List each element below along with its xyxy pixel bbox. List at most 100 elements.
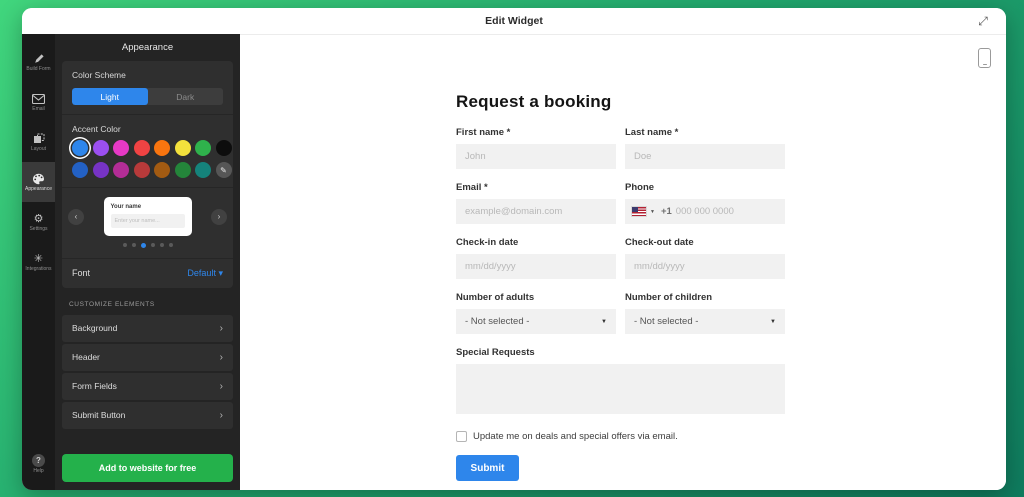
phone-input[interactable]: ▼ +1 000 000 0000 [625, 199, 785, 224]
eyedropper-icon[interactable]: ✎ [215, 162, 232, 178]
accent-color-label: Accent Color [72, 124, 121, 134]
accent-swatch[interactable] [133, 140, 150, 156]
carousel-dot[interactable] [150, 243, 155, 247]
carousel-dot[interactable] [122, 243, 127, 247]
chevron-right-icon: › [219, 409, 223, 421]
carousel-dots [62, 242, 233, 258]
accent-swatch[interactable] [113, 140, 129, 156]
submit-button[interactable]: Submit [456, 455, 519, 481]
sidebar-item-integrations[interactable]: ✳ Integrations [22, 242, 55, 282]
accent-swatch[interactable] [174, 162, 191, 178]
us-flag-icon[interactable] [631, 206, 647, 217]
font-row: Font Default ▾ [62, 257, 233, 288]
accent-swatch[interactable] [92, 162, 109, 178]
accent-swatch-row-2: ✎ [72, 162, 232, 178]
font-select[interactable]: Default ▾ [187, 268, 223, 279]
accent-swatch[interactable] [72, 140, 88, 156]
preview-carousel: ‹ Your name Enter your name... › [62, 188, 233, 243]
preview-carousel-section: ‹ Your name Enter your name... › [62, 187, 233, 258]
adults-group: Number of adults - Not selected - ▼ [456, 292, 616, 334]
carousel-dot[interactable] [140, 242, 146, 248]
carousel-dot[interactable] [168, 243, 173, 247]
sidebar-item-label: Build Form [26, 66, 51, 72]
carousel-prev-icon[interactable]: ‹ [68, 208, 84, 225]
accent-swatch[interactable] [174, 140, 191, 156]
topbar: Edit Widget ⤢ [22, 8, 1006, 34]
sidebar-item-label: Layout [30, 146, 46, 152]
last-name-label: Last name * [625, 127, 679, 138]
check-out-date-input[interactable] [625, 254, 785, 279]
last-name-input[interactable] [625, 144, 785, 169]
asterisk-icon: ✳ [33, 252, 44, 265]
customize-item-header[interactable]: Header › [62, 343, 233, 371]
nav-rail: Build Form Email Layout Appearance ⚙ Set… [22, 34, 55, 490]
accent-swatch-row-1 [72, 140, 232, 156]
phone-group: Phone ▼ +1 000 000 0000 [625, 182, 785, 224]
add-to-website-button[interactable]: Add to website for free [62, 454, 233, 482]
accent-swatch[interactable] [195, 162, 211, 178]
toggle-light[interactable]: Light [72, 88, 148, 105]
chevron-right-icon: › [219, 322, 223, 334]
window-title: Edit Widget [485, 15, 543, 27]
expand-icon[interactable]: ⤢ [974, 12, 992, 30]
sidebar-item-help[interactable]: ? Help [22, 444, 55, 484]
chevron-down-icon: ▼ [770, 318, 776, 325]
accent-swatch[interactable] [113, 162, 129, 178]
newsletter-checkbox[interactable] [456, 431, 467, 442]
sidebar-item-label: Help [33, 468, 44, 474]
sidebar-item-label: Integrations [25, 266, 52, 272]
special-requests-label: Special Requests [456, 347, 535, 358]
accent-swatch[interactable] [195, 140, 211, 156]
email-label: Email * [456, 182, 488, 193]
accent-swatch[interactable] [133, 162, 150, 178]
accent-swatch[interactable] [92, 140, 109, 156]
widget-preview-area: Request a booking First name * Last name… [240, 34, 1006, 490]
chevron-right-icon: › [219, 351, 223, 363]
carousel-next-icon[interactable]: › [211, 208, 227, 225]
check-in-group: Check-in date [456, 237, 616, 279]
mobile-view-icon[interactable] [978, 48, 991, 68]
accent-swatch[interactable] [215, 140, 232, 156]
sidebar-item-appearance[interactable]: Appearance [22, 162, 55, 202]
carousel-dot[interactable] [159, 243, 164, 247]
accent-swatch[interactable] [72, 162, 88, 178]
color-scheme-label: Color Scheme [72, 70, 126, 80]
layout-icon [33, 132, 45, 145]
special-requests-textarea[interactable] [456, 364, 785, 414]
special-requests-group: Special Requests [456, 347, 785, 419]
customize-item-background[interactable]: Background › [62, 314, 233, 342]
customize-item-submit-button[interactable]: Submit Button › [62, 401, 233, 429]
color-scheme-section: Color Scheme Light Dark [62, 61, 233, 114]
phone-country-code: +1 [660, 206, 672, 217]
newsletter-row: Update me on deals and special offers vi… [456, 431, 785, 442]
font-label: Font [72, 268, 91, 278]
sidebar-item-settings[interactable]: ⚙ Settings [22, 202, 55, 242]
check-out-label: Check-out date [625, 237, 694, 248]
sidebar-item-email[interactable]: Email [22, 82, 55, 122]
customize-list: Background › Header › Form Fields › Subm… [62, 314, 233, 431]
newsletter-label: Update me on deals and special offers vi… [473, 431, 678, 442]
panel-title: Appearance [121, 42, 174, 53]
children-select[interactable]: - Not selected - ▼ [625, 309, 785, 334]
last-name-group: Last name * [625, 127, 785, 169]
chevron-down-icon: ▾ [218, 267, 223, 278]
accent-swatch[interactable] [154, 140, 170, 156]
check-out-group: Check-out date [625, 237, 785, 279]
gear-icon: ⚙ [33, 212, 44, 225]
preview-card-label: Your name [110, 204, 142, 210]
email-field[interactable] [456, 199, 616, 224]
sidebar-item-label: Email [32, 106, 45, 112]
color-scheme-toggle: Light Dark [72, 88, 223, 105]
children-label: Number of children [625, 292, 713, 303]
appearance-card: Color Scheme Light Dark Accent Color ✎ ‹ [62, 61, 233, 288]
sidebar-item-layout[interactable]: Layout [22, 122, 55, 162]
check-in-date-input[interactable] [456, 254, 616, 279]
sidebar-item-build-form[interactable]: Build Form [22, 42, 55, 82]
first-name-input[interactable] [456, 144, 616, 169]
customize-item-form-fields[interactable]: Form Fields › [62, 372, 233, 400]
accent-swatch[interactable] [154, 162, 170, 178]
adults-select[interactable]: - Not selected - ▼ [456, 309, 616, 334]
carousel-dot[interactable] [131, 243, 136, 247]
toggle-dark[interactable]: Dark [148, 88, 224, 105]
pencil-icon [33, 52, 45, 65]
